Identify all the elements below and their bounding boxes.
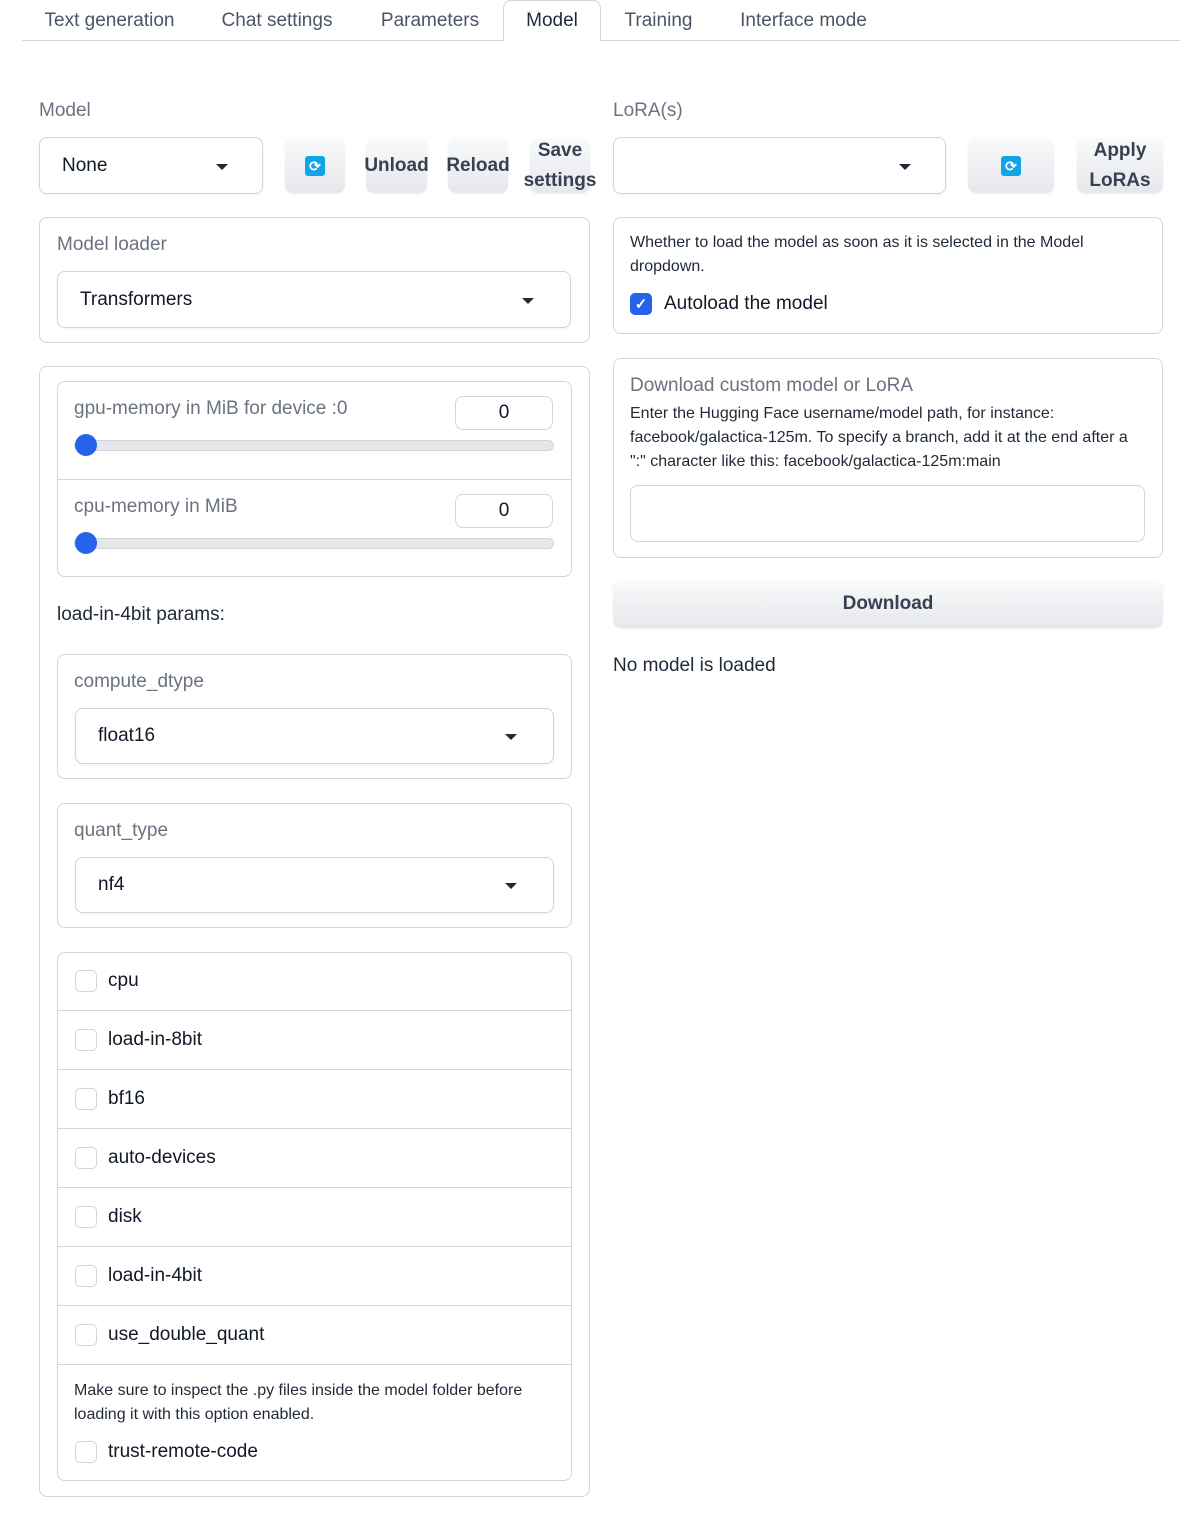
cpu-memory-slider-thumb[interactable] bbox=[75, 532, 97, 554]
trust-remote-info: Make sure to inspect the .py files insid… bbox=[74, 1382, 523, 1423]
load-in-4bit-label: load-in-4bit bbox=[108, 1265, 202, 1286]
save-settings-line1: Save bbox=[537, 139, 583, 161]
tab-chat-settings[interactable]: Chat settings bbox=[197, 0, 357, 41]
divider bbox=[57, 1128, 572, 1129]
compute-dtype-dropdown[interactable]: float16 bbox=[75, 708, 554, 764]
auto-devices-label: auto-devices bbox=[108, 1147, 216, 1168]
apply-loras-line1: Apply bbox=[1093, 139, 1147, 161]
download-button[interactable]: Download bbox=[613, 580, 1163, 628]
gpu-memory-slider[interactable] bbox=[74, 440, 554, 451]
cpu-memory-input[interactable]: 0 bbox=[455, 494, 553, 528]
bf16-checkbox[interactable] bbox=[75, 1088, 97, 1110]
refresh-icon: ⟳ bbox=[1001, 155, 1021, 176]
refresh-icon: ⟳ bbox=[305, 155, 325, 176]
download-info: Enter the Hugging Face username/model pa… bbox=[630, 405, 1128, 470]
disk-label: disk bbox=[108, 1206, 142, 1227]
disk-checkbox[interactable] bbox=[75, 1206, 97, 1228]
gpu-memory-label: gpu-memory in MiB for device :0 bbox=[74, 398, 348, 419]
autoload-checkbox[interactable]: ✓ bbox=[630, 293, 652, 315]
chevron-down-icon bbox=[505, 883, 517, 889]
use-double-quant-label: use_double_quant bbox=[108, 1324, 265, 1345]
load-in-4bit-checkbox[interactable] bbox=[75, 1265, 97, 1287]
chevron-down-icon bbox=[505, 734, 517, 740]
quant-type-label: quant_type bbox=[74, 820, 169, 841]
model-loader-label: Model loader bbox=[57, 234, 167, 255]
cpu-memory-slider[interactable] bbox=[74, 538, 554, 549]
cpu-label: cpu bbox=[108, 970, 139, 991]
quant-type-selected: nf4 bbox=[98, 874, 125, 895]
apply-loras-button[interactable]: Apply LoRAs bbox=[1077, 138, 1163, 193]
tab-model[interactable]: Model bbox=[503, 0, 601, 42]
autoload-info: Whether to load the model as soon as it … bbox=[630, 234, 1084, 275]
model-selected-value: None bbox=[62, 154, 108, 176]
model-status: No model is loaded bbox=[613, 655, 776, 676]
gpu-memory-input[interactable]: 0 bbox=[455, 396, 553, 430]
auto-devices-checkbox[interactable] bbox=[75, 1147, 97, 1169]
use-double-quant-checkbox[interactable] bbox=[75, 1324, 97, 1346]
quant-type-dropdown[interactable]: nf4 bbox=[75, 857, 554, 913]
cpu-checkbox[interactable] bbox=[75, 970, 97, 992]
tab-training[interactable]: Training bbox=[601, 0, 716, 41]
divider bbox=[57, 1010, 572, 1011]
trust-remote-code-checkbox[interactable] bbox=[75, 1441, 97, 1463]
compute-dtype-selected: float16 bbox=[98, 725, 156, 746]
unload-button[interactable]: Unload bbox=[364, 138, 429, 193]
model-dropdown[interactable]: None bbox=[39, 137, 263, 194]
bf16-label: bf16 bbox=[108, 1088, 145, 1109]
lora-refresh-button[interactable]: ⟳ bbox=[968, 138, 1054, 193]
check-icon: ✓ bbox=[634, 296, 648, 313]
divider bbox=[57, 1069, 572, 1070]
load-in-4bit-params-label: load-in-4bit params: bbox=[57, 604, 225, 625]
chevron-down-icon bbox=[522, 297, 534, 304]
lora-label: LoRA(s) bbox=[613, 100, 683, 121]
divider bbox=[57, 479, 572, 480]
tab-parameters[interactable]: Parameters bbox=[357, 0, 503, 41]
download-path-input[interactable] bbox=[630, 485, 1145, 542]
divider bbox=[57, 1187, 572, 1188]
download-label: Download custom model or LoRA bbox=[630, 375, 914, 396]
model-refresh-button[interactable]: ⟳ bbox=[285, 138, 345, 193]
load-in-8bit-label: load-in-8bit bbox=[108, 1029, 202, 1050]
divider bbox=[57, 1364, 572, 1365]
tab-interface-mode[interactable]: Interface mode bbox=[716, 0, 891, 41]
cpu-memory-label: cpu-memory in MiB bbox=[74, 496, 238, 517]
model-loader-dropdown[interactable]: Transformers bbox=[57, 271, 571, 328]
trust-remote-code-label: trust-remote-code bbox=[108, 1441, 258, 1462]
chevron-down-icon bbox=[899, 163, 911, 170]
autoload-label: Autoload the model bbox=[664, 293, 828, 314]
compute-dtype-label: compute_dtype bbox=[74, 671, 204, 692]
apply-loras-line2: LoRAs bbox=[1089, 169, 1151, 191]
gpu-memory-slider-thumb[interactable] bbox=[75, 434, 97, 456]
reload-button[interactable]: Reload bbox=[446, 138, 510, 193]
load-in-8bit-checkbox[interactable] bbox=[75, 1029, 97, 1051]
lora-dropdown[interactable] bbox=[613, 137, 946, 194]
chevron-down-icon bbox=[216, 163, 228, 170]
save-settings-line2: settings bbox=[523, 169, 597, 191]
divider bbox=[57, 1305, 572, 1306]
model-label: Model bbox=[39, 100, 91, 121]
tab-text-generation[interactable]: Text generation bbox=[22, 0, 197, 41]
model-loader-selected: Transformers bbox=[80, 288, 193, 310]
save-settings-button[interactable]: Save settings bbox=[524, 138, 596, 193]
divider bbox=[57, 1246, 572, 1247]
